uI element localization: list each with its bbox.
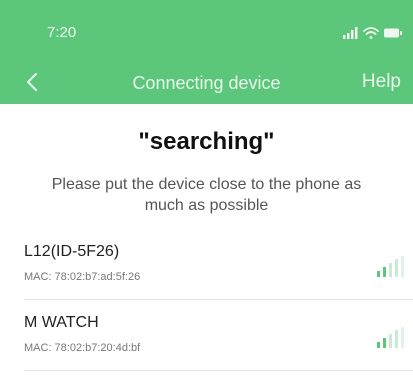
status-icons	[343, 27, 402, 39]
status-time: 7:20	[47, 24, 77, 41]
device-list-item[interactable]: M WATCH MAC: 78:02:b7:20:4d:bf	[24, 304, 413, 371]
status-bar: 7:20	[0, 0, 413, 60]
header: 7:20 Connecting device Help	[0, 0, 413, 104]
nav-bar: Connecting device Help	[0, 60, 413, 104]
device-name: L12(ID-5F26)	[24, 243, 120, 260]
instruction-text: Please put the device close to the phone…	[51, 176, 362, 214]
device-list-item[interactable]: L12(ID-5F26) MAC: 78:02:b7:ad:5f:26	[24, 233, 413, 300]
signal-strength-icon	[377, 327, 404, 348]
wifi-icon	[363, 27, 379, 39]
signal-strength-icon	[377, 256, 404, 277]
searching-status-title: "searching"	[138, 128, 275, 155]
battery-icon	[384, 28, 402, 38]
device-list: L12(ID-5F26) MAC: 78:02:b7:ad:5f:26 M WA…	[24, 233, 413, 371]
device-name: M WATCH	[24, 314, 99, 331]
page-title: Connecting device	[132, 73, 281, 93]
device-mac-address: MAC: 78:02:b7:ad:5f:26	[24, 271, 141, 283]
help-button[interactable]: Help	[362, 71, 401, 93]
cellular-signal-icon	[343, 27, 358, 39]
device-mac-address: MAC: 78:02:b7:20:4d:bf	[24, 342, 141, 354]
